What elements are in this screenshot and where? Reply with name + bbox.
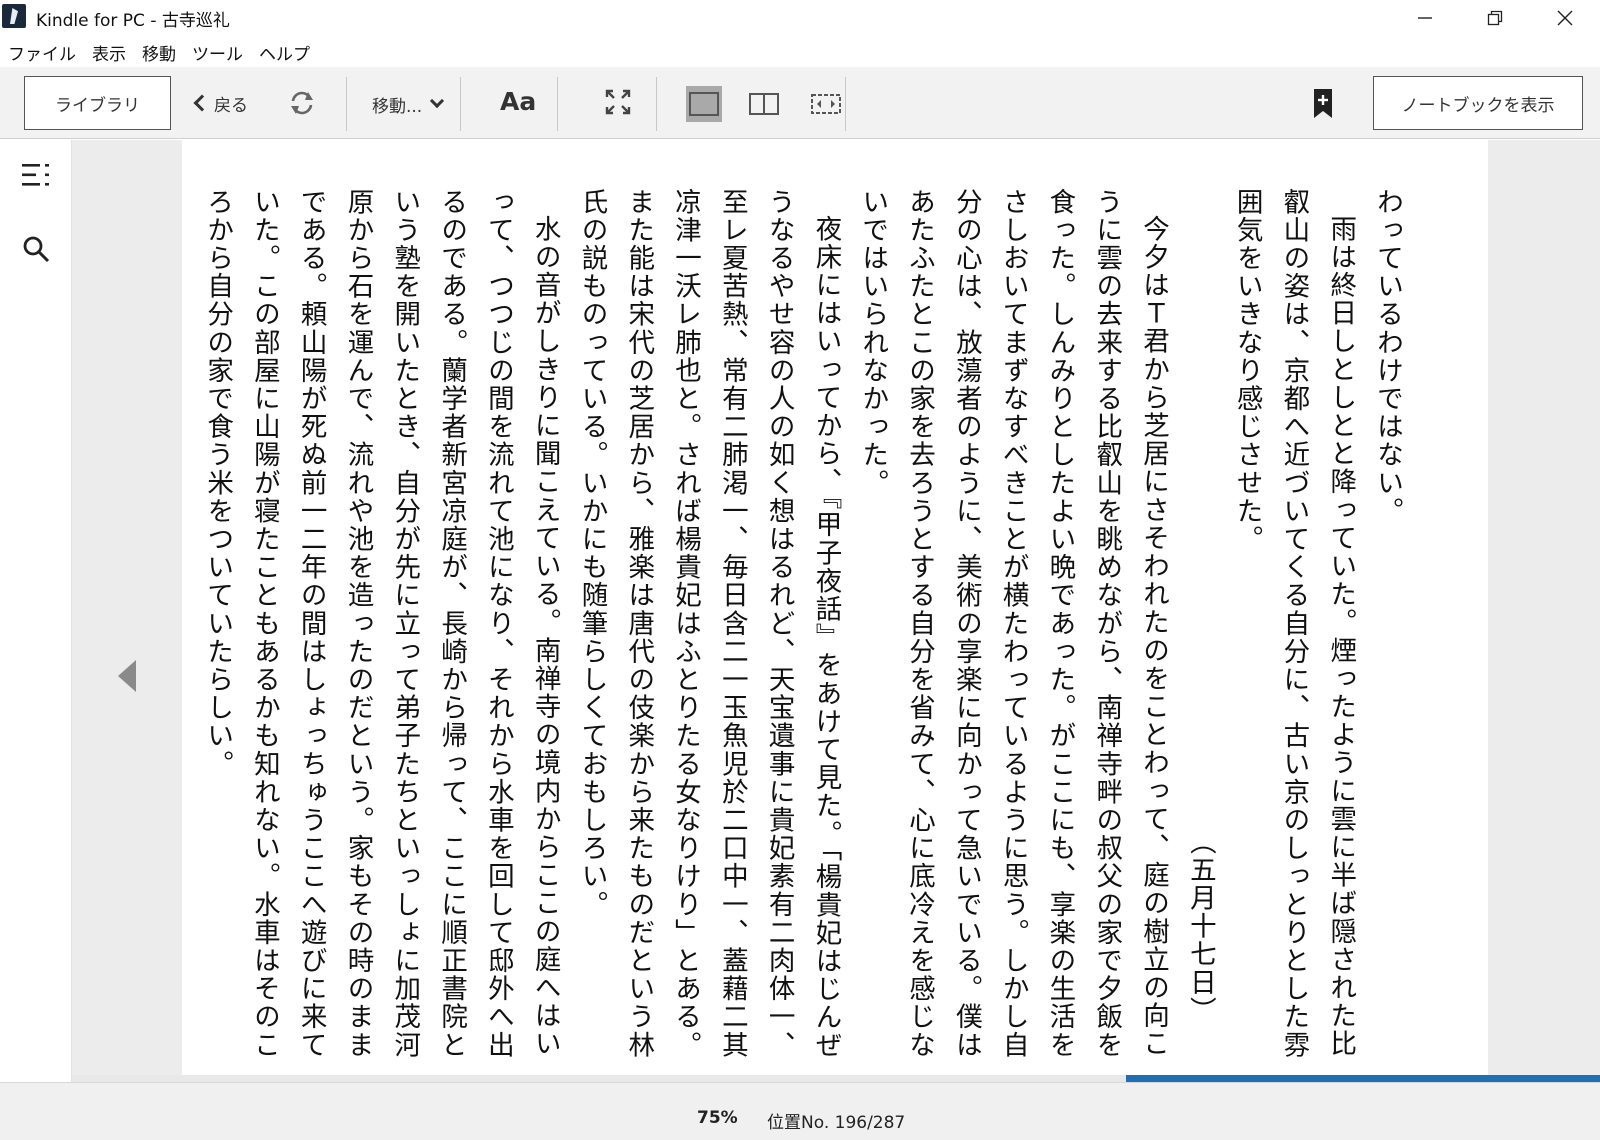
restore-icon xyxy=(1487,10,1503,26)
menu-tools[interactable]: ツール xyxy=(184,36,251,66)
continuous-view-icon xyxy=(811,94,841,114)
toolbar-separator xyxy=(557,77,558,131)
progress-percent: 75% xyxy=(697,1108,738,1128)
menu-bar: ファイル 表示 移動 ツール ヘルプ xyxy=(0,36,1600,66)
toolbar-separator xyxy=(656,77,657,131)
toc-icon[interactable] xyxy=(22,164,52,186)
goto-dropdown[interactable]: 移動... xyxy=(372,89,445,119)
book-page: わっているわけではない。 雨は終日しとしとと降っていた。煙ったように雲に半ば隠され… xyxy=(182,140,1488,1096)
minimize-button[interactable] xyxy=(1395,0,1455,36)
close-icon xyxy=(1557,10,1573,26)
toolbar-separator xyxy=(460,77,461,131)
menu-go[interactable]: 移動 xyxy=(134,36,184,66)
single-page-view-icon xyxy=(689,92,719,116)
menu-file[interactable]: ファイル xyxy=(0,36,84,66)
menu-help[interactable]: ヘルプ xyxy=(251,36,318,66)
date-line: （五月十七日） xyxy=(1184,828,1216,1025)
reading-progress-fill xyxy=(1126,1075,1600,1082)
previous-page-arrow-icon[interactable] xyxy=(118,660,136,692)
chevron-down-icon xyxy=(430,93,445,109)
back-button[interactable]: 戻る xyxy=(190,87,248,119)
toolbar-separator xyxy=(346,77,347,131)
paragraph: 今夕はＴ君から芝居にさそわれたのをことわって、庭の樹立の向こうに雲の去来する比叡… xyxy=(857,188,1170,1060)
continuous-view-button[interactable] xyxy=(808,86,844,122)
sync-icon[interactable] xyxy=(288,89,316,117)
single-page-view-button[interactable] xyxy=(686,86,722,122)
fullscreen-icon[interactable] xyxy=(603,87,633,117)
chevron-left-icon xyxy=(193,94,211,112)
library-button[interactable]: ライブラリ xyxy=(24,76,171,130)
book-text: わっているわけではない。 雨は終日しとしとと降っていた。煙ったように雲に半ば隠され… xyxy=(193,188,1410,1068)
show-notebook-button[interactable]: ノートブックを表示 xyxy=(1373,76,1583,130)
search-icon[interactable] xyxy=(22,235,50,263)
reading-progress-bar[interactable] xyxy=(72,1075,1600,1082)
paragraph: 夜床にはいってから、『甲子夜話』をあけて見た。「楊貴妃はじんぜうなるやせ容の人の… xyxy=(576,188,842,1060)
toolbar-separator xyxy=(845,77,846,131)
title-bar: Kindle for PC - 古寺巡礼 xyxy=(0,0,1600,36)
window-title: Kindle for PC - 古寺巡礼 xyxy=(36,11,230,31)
two-page-view-button[interactable] xyxy=(746,86,782,122)
minimize-icon xyxy=(1418,17,1432,19)
paragraph: 雨は終日しとしとと降っていた。煙ったように雲に半ば隠された比叡山の姿は、京都へ近… xyxy=(1231,188,1357,1060)
goto-label: 移動... xyxy=(372,96,423,117)
location-number: 位置No. 196/287 xyxy=(767,1113,906,1133)
paragraph: わっているわけではない。 xyxy=(1372,188,1403,526)
toolbar: ライブラリ 戻る 移動... Aa ノートブックを表示 xyxy=(0,67,1600,139)
menu-view[interactable]: 表示 xyxy=(84,36,134,66)
kindle-app-icon xyxy=(2,4,26,28)
bookmark-icon[interactable] xyxy=(1312,89,1334,119)
restore-button[interactable] xyxy=(1465,0,1525,36)
two-page-view-icon xyxy=(749,93,779,115)
left-sidebar xyxy=(0,140,72,1102)
paragraph: 水の音がしきりに聞こえている。南禅寺の境内からここの庭へはいって、つつじの間を流… xyxy=(202,188,561,1060)
close-button[interactable] xyxy=(1535,0,1595,36)
font-settings-button[interactable]: Aa xyxy=(500,87,536,116)
back-label: 戻る xyxy=(214,95,248,116)
